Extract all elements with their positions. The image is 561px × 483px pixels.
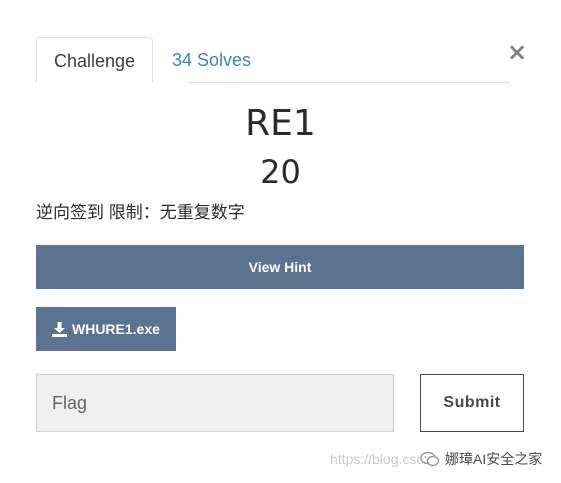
file-download-button[interactable]: WHURE1.exe — [36, 307, 176, 351]
watermark-brand: 娜璋AI安全之家 — [420, 447, 543, 471]
flag-input[interactable] — [36, 374, 394, 432]
brand-label: 娜璋AI安全之家 — [445, 451, 543, 467]
tab-solves[interactable]: 34 Solves — [172, 37, 251, 83]
file-name: WHURE1.exe — [72, 321, 160, 337]
challenge-modal: Challenge 34 Solves × RE1 20 逆向签到 限制：无重复… — [0, 0, 561, 483]
view-hint-button[interactable]: View Hint — [36, 245, 524, 289]
challenge-description: 逆向签到 限制：无重复数字 — [36, 203, 245, 222]
modal-tabs: Challenge 34 Solves — [36, 37, 510, 83]
challenge-title: RE1 — [245, 103, 316, 144]
wechat-icon — [420, 451, 440, 467]
close-button[interactable]: × — [507, 40, 527, 64]
download-icon — [52, 322, 67, 337]
submit-button[interactable]: Submit — [420, 374, 524, 432]
tab-challenge[interactable]: Challenge — [36, 37, 153, 83]
challenge-points: 20 — [260, 153, 301, 191]
